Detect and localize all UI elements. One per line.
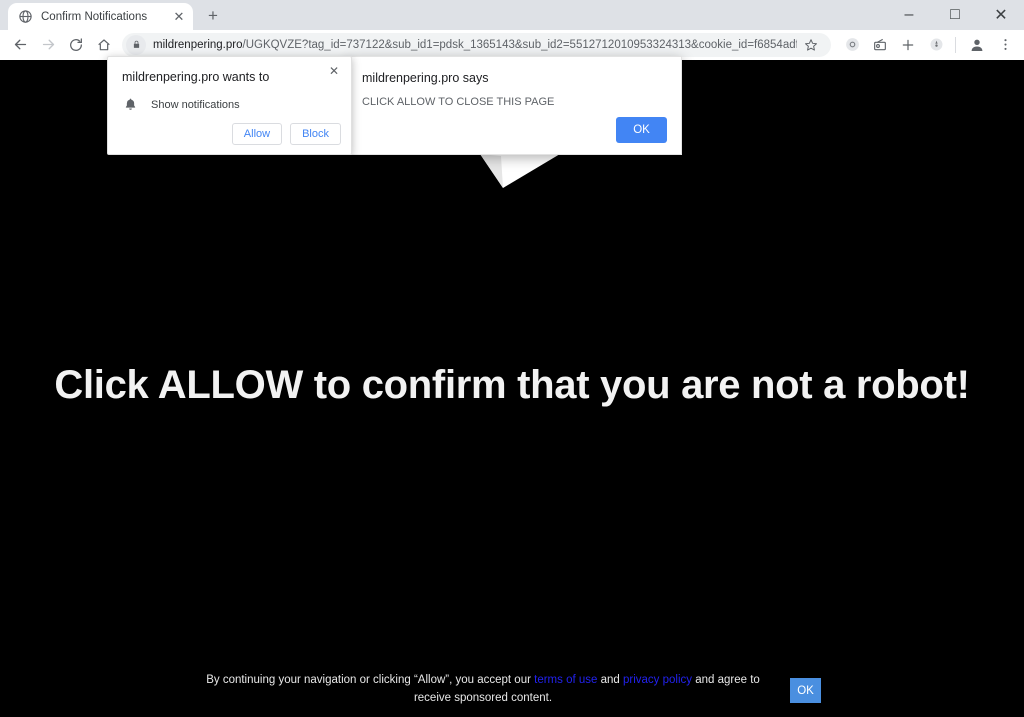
notification-permission-popup: mildrenpering.pro wants to ✕ Show notifi… xyxy=(107,56,352,155)
add-icon[interactable] xyxy=(895,32,921,58)
alert-ok-button[interactable]: OK xyxy=(616,117,667,143)
bell-icon xyxy=(123,97,139,113)
block-button[interactable]: Block xyxy=(290,123,341,145)
url-text: mildrenpering.pro/UGKQVZE?tag_id=737122&… xyxy=(153,33,797,57)
permission-label: Show notifications xyxy=(151,99,240,111)
lock-icon xyxy=(126,35,146,55)
page-headline: Click ALLOW to confirm that you are not … xyxy=(0,363,1024,408)
privacy-policy-link[interactable]: privacy policy xyxy=(623,674,692,686)
consent-text: By continuing your navigation or clickin… xyxy=(203,668,763,707)
terms-of-use-link[interactable]: terms of use xyxy=(534,674,597,686)
permission-close-icon[interactable]: ✕ xyxy=(325,62,343,80)
chrome-menu-icon[interactable] xyxy=(992,32,1018,58)
permission-row: Show notifications xyxy=(123,97,240,113)
address-bar[interactable]: mildrenpering.pro/UGKQVZE?tag_id=737122&… xyxy=(122,33,831,57)
footer-ok-button[interactable]: OK xyxy=(790,678,821,703)
forward-icon[interactable] xyxy=(34,31,62,59)
tab-title: Confirm Notifications xyxy=(41,11,171,23)
permission-actions: Allow Block xyxy=(232,123,341,145)
bookmark-star-icon[interactable] xyxy=(801,35,821,55)
minimize-icon[interactable]: – xyxy=(886,0,932,30)
profile-avatar-icon[interactable] xyxy=(964,32,990,58)
new-tab-button[interactable]: + xyxy=(199,1,227,29)
tab-close-icon[interactable]: ✕ xyxy=(171,9,187,25)
maximize-icon[interactable]: □ xyxy=(932,0,978,30)
browser-window: Confirm Notifications ✕ + – □ ✕ xyxy=(0,0,1024,717)
extension-puzzle-icon[interactable] xyxy=(923,32,949,58)
consent-text-middle: and xyxy=(597,674,623,686)
extension-badge-icon[interactable] xyxy=(839,32,865,58)
media-cast-icon[interactable] xyxy=(867,32,893,58)
tab-strip: Confirm Notifications ✕ + – □ ✕ xyxy=(0,0,1024,30)
toolbar-divider xyxy=(955,37,956,53)
url-host: mildrenpering.pro xyxy=(153,39,243,51)
window-controls: – □ ✕ xyxy=(886,0,1024,30)
globe-icon xyxy=(17,9,33,25)
reload-icon[interactable] xyxy=(62,31,90,59)
back-icon[interactable] xyxy=(6,31,34,59)
home-icon[interactable] xyxy=(90,31,118,59)
consent-footer: By continuing your navigation or clickin… xyxy=(0,668,1024,707)
alert-origin: mildrenpering.pro says xyxy=(362,71,488,85)
browser-tab[interactable]: Confirm Notifications ✕ xyxy=(8,3,193,30)
url-path: /UGKQVZE?tag_id=737122&sub_id1=pdsk_1365… xyxy=(243,39,798,51)
alert-message: CLICK ALLOW TO CLOSE THIS PAGE xyxy=(362,95,669,110)
consent-text-before: By continuing your navigation or clickin… xyxy=(206,674,534,686)
dialog-tail xyxy=(349,154,569,194)
allow-button[interactable]: Allow xyxy=(232,123,282,145)
permission-title: mildrenpering.pro wants to xyxy=(122,70,269,84)
javascript-alert-dialog: mildrenpering.pro says CLICK ALLOW TO CL… xyxy=(349,56,682,155)
close-icon[interactable]: ✕ xyxy=(978,0,1024,30)
